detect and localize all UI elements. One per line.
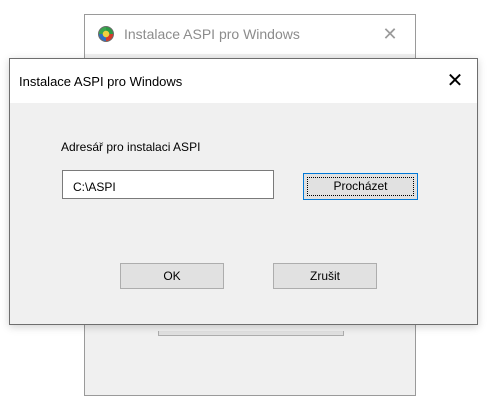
ok-button[interactable]: OK <box>120 263 224 289</box>
background-titlebar: Instalace ASPI pro Windows ✕ <box>85 15 415 54</box>
close-icon[interactable]: ✕ <box>433 59 477 103</box>
browse-button-label: Procházet <box>333 179 388 193</box>
background-button-edge <box>158 331 344 336</box>
browse-button[interactable]: Procházet <box>303 173 418 200</box>
install-dialog: Instalace ASPI pro Windows ✕ Adresář pro… <box>9 58 478 325</box>
background-close-icon[interactable]: ✕ <box>377 21 403 47</box>
background-window-title: Instalace ASPI pro Windows <box>124 26 300 42</box>
dialog-titlebar: Instalace ASPI pro Windows ✕ <box>10 59 477 103</box>
install-path-input[interactable] <box>62 170 274 199</box>
install-directory-label: Adresář pro instalaci ASPI <box>61 140 201 154</box>
cancel-button[interactable]: Zrušit <box>273 263 377 289</box>
dialog-title: Instalace ASPI pro Windows <box>19 74 183 89</box>
aspi-app-icon <box>98 26 114 42</box>
